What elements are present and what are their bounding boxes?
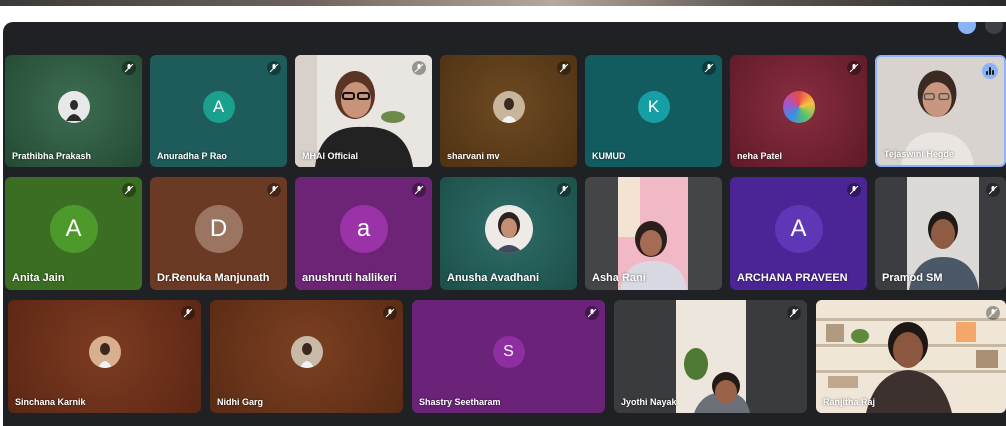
mic-off-icon [557, 183, 571, 197]
participant-name: neha Patel [737, 151, 783, 161]
participant-tile-pramod-sm[interactable]: Pramod SM [875, 177, 1006, 290]
participant-tile-anuradha-p-rao[interactable]: A Anuradha P Rao [150, 55, 287, 167]
participant-name: KUMUD [592, 151, 626, 161]
participant-tile-prathibha-prakash[interactable]: Prathibha Prakash [5, 55, 142, 167]
participant-tile-asha-rani[interactable]: Asha Rani [585, 177, 722, 290]
participant-avatar: a [339, 204, 388, 253]
participant-tile-sinchana-karnik[interactable]: Sinchana Karnik [8, 300, 201, 413]
mic-off-icon [787, 306, 801, 320]
participant-tile-anusha-avadhani[interactable]: Anusha Avadhani [440, 177, 577, 290]
mic-off-icon [847, 183, 861, 197]
mic-off-icon [702, 61, 716, 75]
participant-avatar [484, 204, 533, 253]
mic-off-icon [267, 183, 281, 197]
participant-avatar: A [774, 204, 823, 253]
participant-avatar: A [202, 90, 235, 123]
mic-off-icon [847, 61, 861, 75]
participant-name: sharvani mv [447, 151, 500, 161]
mic-off-icon [412, 183, 426, 197]
participant-tile-archana-praveen[interactable]: A ARCHANA PRAVEEN [730, 177, 867, 290]
mic-off-icon [181, 306, 195, 320]
shared-screen-strip [0, 0, 1006, 6]
participant-tile-ranjitha-raj[interactable]: Ranjitha Raj [816, 300, 1006, 413]
participant-tile-tejaswini-hegde[interactable]: Tejaswini Hegde [875, 55, 1006, 167]
mic-off-icon [122, 61, 136, 75]
participant-name: Sinchana Karnik [15, 397, 86, 407]
participant-name: Shastry Seetharam [419, 397, 501, 407]
participant-name: Prathibha Prakash [12, 151, 92, 161]
participant-avatar [290, 335, 323, 368]
participant-tile-sharvani-mv[interactable]: sharvani mv [440, 55, 577, 167]
audio-level-icon [982, 63, 998, 79]
participant-tile-kumud[interactable]: K KUMUD [585, 55, 722, 167]
participant-avatar [782, 90, 815, 123]
meeting-grid: Prathibha Prakash A Anuradha P Rao MHAI … [3, 22, 1006, 426]
participant-avatar [492, 90, 525, 123]
participant-avatar [88, 335, 121, 368]
top-control-icon[interactable] [985, 22, 1003, 34]
mic-off-icon [986, 306, 1000, 320]
participant-name: Anita Jain [12, 272, 65, 284]
participant-tile-nidhi-garg[interactable]: Nidhi Garg [210, 300, 403, 413]
participant-tile-jyothi-nayak[interactable]: Jyothi Nayak [614, 300, 807, 413]
participant-name: Tejaswini Hegde [884, 149, 954, 159]
participant-name: ARCHANA PRAVEEN [737, 272, 848, 284]
participant-name: anushruti hallikeri [302, 272, 397, 284]
mic-off-icon [267, 61, 281, 75]
mic-off-icon [585, 306, 599, 320]
participant-avatar: K [637, 90, 670, 123]
participant-name: Asha Rani [592, 272, 646, 284]
mic-off-icon [557, 61, 571, 75]
participant-tile-anita-jain[interactable]: A Anita Jain [5, 177, 142, 290]
participant-name: Nidhi Garg [217, 397, 264, 407]
participant-name: MHAI Official [302, 151, 359, 161]
top-control-icon[interactable] [958, 22, 976, 34]
participant-tile-mhai-official[interactable]: MHAI Official [295, 55, 432, 167]
participant-tile-neha-patel[interactable]: neha Patel [730, 55, 867, 167]
participant-name: Anuradha P Rao [157, 151, 227, 161]
mic-off-icon [383, 306, 397, 320]
participant-name: Dr.Renuka Manjunath [157, 272, 270, 284]
mic-off-icon [412, 61, 426, 75]
participant-tile-dr-renuka-manjunath[interactable]: D Dr.Renuka Manjunath [150, 177, 287, 290]
participant-name: Pramod SM [882, 272, 943, 284]
participant-avatar: A [49, 204, 98, 253]
participant-tile-shastry-seetharam[interactable]: S Shastry Seetharam [412, 300, 605, 413]
participant-avatar: S [492, 335, 525, 368]
participant-tile-anushruti-hallikeri[interactable]: a anushruti hallikeri [295, 177, 432, 290]
participant-avatar: D [194, 204, 243, 253]
mic-off-icon [122, 183, 136, 197]
participant-name: Ranjitha Raj [823, 397, 876, 407]
mic-off-icon [986, 183, 1000, 197]
participant-avatar [57, 90, 90, 123]
participant-name: Jyothi Nayak [621, 397, 677, 407]
participant-name: Anusha Avadhani [447, 272, 540, 284]
